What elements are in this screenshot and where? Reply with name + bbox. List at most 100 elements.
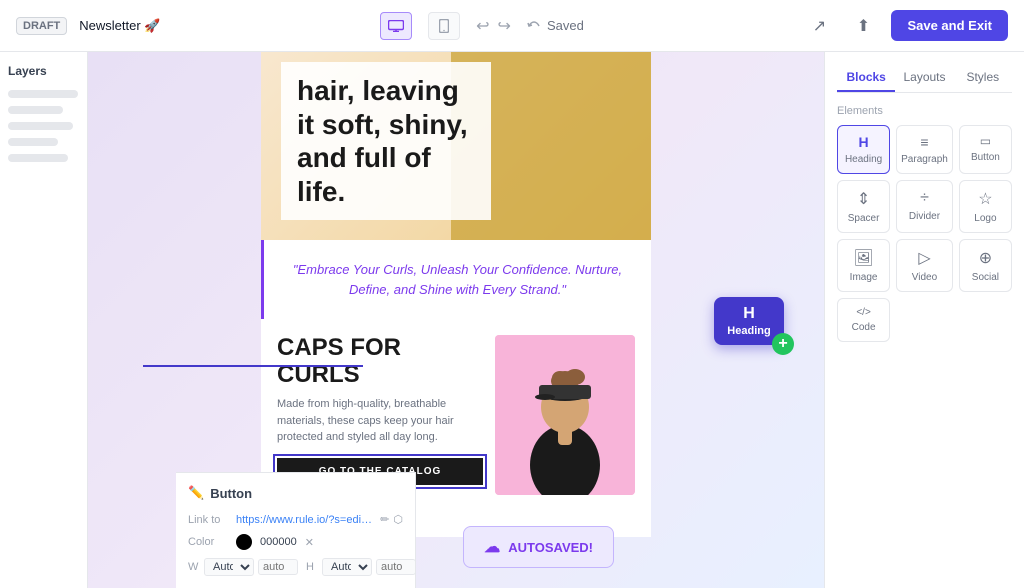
code-label: Code (852, 322, 876, 333)
color-label: Color (188, 536, 228, 548)
element-divider[interactable]: ÷ Divider (896, 180, 953, 233)
button-label: Button (971, 152, 1000, 163)
main-layout: Layers hair, leaving it soft, shiny, and… (0, 52, 1024, 588)
width-field: W Auto (188, 558, 298, 576)
height-select[interactable]: Auto (322, 558, 372, 576)
topbar-right: ↗ ⬆ Save and Exit (803, 10, 1008, 42)
element-code[interactable]: </> Code (837, 298, 890, 342)
save-exit-button[interactable]: Save and Exit (891, 10, 1008, 41)
undo-button[interactable]: ↩ (476, 16, 489, 36)
divider-label: Divider (909, 211, 940, 222)
panel-edit-icon: ✏️ (188, 485, 204, 501)
draft-badge: DRAFT (16, 17, 67, 35)
external-link-button[interactable]: ⬡ (393, 513, 403, 526)
clear-color-button[interactable]: ✕ (305, 536, 314, 549)
panel-title: Button (210, 486, 252, 501)
panel-header: ✏️ Button (188, 485, 403, 501)
element-social[interactable]: ⊕ Social (959, 239, 1012, 292)
color-swatch[interactable] (236, 534, 252, 550)
link-row: Link to https://www.rule.io/?s=editor&id… (188, 513, 403, 526)
button-icon: ▭ (980, 134, 991, 148)
redo-button[interactable]: ↪ (498, 16, 511, 36)
elements-section-title: Elements (837, 105, 1012, 117)
caps-description: Made from high-quality, breathable mater… (277, 396, 483, 446)
tab-layouts[interactable]: Layouts (895, 64, 953, 92)
button-properties-panel: ✏️ Button Link to https://www.rule.io/?s… (176, 472, 416, 588)
social-icon: ⊕ (979, 248, 992, 268)
topbar: DRAFT Newsletter 🚀 ↩ ↪ Saved (0, 0, 1024, 52)
link-edit-icons: ✏ ⬡ (380, 513, 403, 526)
layers-panel: Layers (0, 52, 88, 588)
logo-label: Logo (974, 213, 996, 224)
tab-styles[interactable]: Styles (954, 64, 1012, 92)
newsletter-title: Newsletter 🚀 (79, 18, 160, 34)
spacer-label: Spacer (848, 213, 880, 224)
element-image[interactable]: 🖼 Image (837, 239, 890, 292)
heading-tooltip-h-icon: H (726, 305, 772, 323)
email-canvas: hair, leaving it soft, shiny, and full o… (261, 52, 651, 537)
heading-label: Heading (845, 154, 882, 165)
element-spacer[interactable]: ⇕ Spacer (837, 180, 890, 233)
link-label: Link to (188, 514, 228, 526)
list-item[interactable] (8, 90, 78, 98)
height-input[interactable] (376, 559, 416, 575)
image-label: Image (850, 272, 878, 283)
spacer-icon: ⇕ (857, 189, 870, 209)
social-label: Social (972, 272, 999, 283)
heading-tooltip: H Heading + (714, 297, 784, 345)
height-label: H (306, 561, 318, 573)
hair-heading: hair, leaving it soft, shiny, and full o… (281, 62, 491, 220)
share-button[interactable]: ↗ (803, 10, 835, 42)
right-panel-tabs: Blocks Layouts Styles (837, 64, 1012, 93)
edit-link-button[interactable]: ✏ (380, 513, 389, 526)
elements-grid: H Heading ≡ Paragraph ▭ Button ⇕ Spacer … (837, 125, 1012, 342)
color-hex-value: 000000 (260, 536, 297, 548)
list-item[interactable] (8, 122, 73, 130)
tab-blocks[interactable]: Blocks (837, 64, 895, 92)
element-paragraph[interactable]: ≡ Paragraph (896, 125, 953, 174)
logo-icon: ☆ (978, 189, 992, 209)
list-item[interactable] (8, 138, 58, 146)
saved-label: Saved (547, 18, 584, 33)
width-input[interactable] (258, 559, 298, 575)
add-heading-button[interactable]: + (772, 333, 794, 355)
video-label: Video (912, 272, 937, 283)
canvas-area: hair, leaving it soft, shiny, and full o… (88, 52, 824, 588)
autosaved-banner: ☁ AUTOSAVED! (463, 526, 614, 568)
link-value[interactable]: https://www.rule.io/?s=editor&id=321... (236, 514, 372, 526)
desktop-view-button[interactable] (380, 12, 412, 40)
width-select[interactable]: Auto (204, 558, 254, 576)
autosaved-icon: ☁ (484, 537, 500, 557)
layers-title: Layers (8, 64, 79, 78)
element-video[interactable]: ▷ Video (896, 239, 953, 292)
quote-text: "Embrace Your Curls, Unleash Your Confid… (284, 260, 631, 299)
element-heading[interactable]: H Heading (837, 125, 890, 174)
export-button[interactable]: ⬆ (847, 10, 879, 42)
caps-product-image (495, 335, 635, 495)
heading-icon: H (859, 134, 869, 150)
color-row: Color 000000 ✕ (188, 534, 403, 550)
topbar-center: ↩ ↪ Saved (173, 12, 792, 40)
mobile-view-button[interactable] (428, 12, 460, 40)
width-label: W (188, 561, 200, 573)
element-logo[interactable]: ☆ Logo (959, 180, 1012, 233)
list-item[interactable] (8, 154, 68, 162)
undo-redo-controls: ↩ ↪ (476, 16, 511, 36)
right-panel: Blocks Layouts Styles Elements H Heading… (824, 52, 1024, 588)
saved-status: Saved (527, 18, 584, 33)
caps-title: CAPS FOR CURLS (277, 335, 483, 388)
image-icon: 🖼 (853, 248, 873, 268)
paragraph-label: Paragraph (901, 154, 948, 165)
divider-icon: ÷ (920, 189, 929, 207)
paragraph-icon: ≡ (920, 134, 928, 150)
list-item[interactable] (8, 106, 63, 114)
element-button[interactable]: ▭ Button (959, 125, 1012, 174)
hair-text-section: hair, leaving it soft, shiny, and full o… (261, 52, 651, 240)
heading-tooltip-label: Heading (726, 325, 772, 337)
code-icon: </> (856, 307, 870, 318)
autosaved-label: AUTOSAVED! (508, 540, 593, 555)
dimensions-row: W Auto H Auto (188, 558, 403, 576)
selection-line (143, 365, 363, 367)
height-field: H Auto (306, 558, 416, 576)
quote-section[interactable]: "Embrace Your Curls, Unleash Your Confid… (261, 240, 651, 319)
